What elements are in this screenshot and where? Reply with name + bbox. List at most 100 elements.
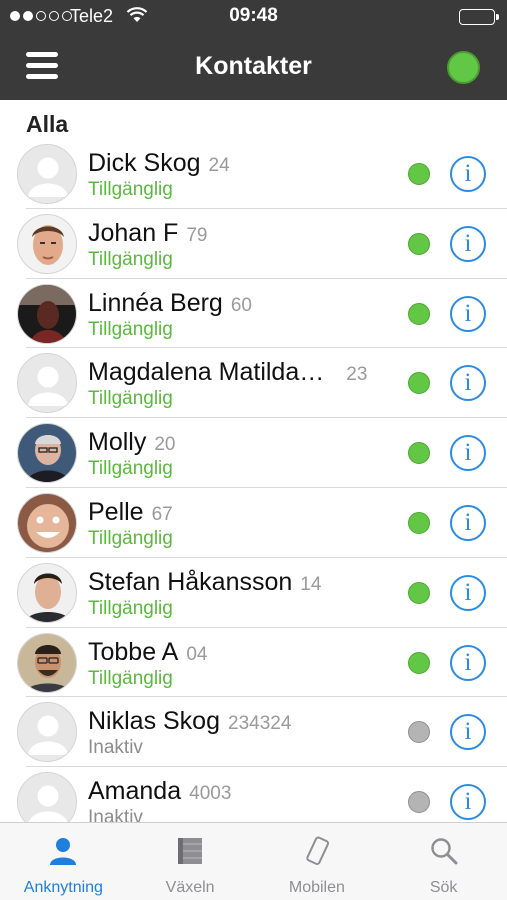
- contact-list: Dick Skog 24 Tillgänglig i Johan F 79 Tillgäng…: [0, 139, 507, 822]
- tab-label: Växeln: [165, 879, 215, 896]
- contact-name-line: Dick Skog 24: [88, 149, 230, 178]
- contact-status: Inaktiv: [88, 737, 143, 759]
- contact-name: Molly: [88, 428, 147, 457]
- presence-indicator-icon: [408, 302, 430, 325]
- info-icon[interactable]: i: [450, 435, 486, 472]
- contact-photo: [17, 562, 77, 623]
- search-icon: [428, 835, 460, 872]
- contact-extension: 04: [186, 643, 208, 665]
- contact-status: Tillgänglig: [88, 458, 173, 480]
- info-icon[interactable]: i: [450, 644, 486, 681]
- contact-photo: [17, 283, 77, 344]
- person-icon: [47, 835, 79, 872]
- contact-row[interactable]: Stefan Håkansson 14 Tillgänglig i: [0, 558, 507, 628]
- tab-label: Anknytning: [23, 879, 103, 896]
- info-icon[interactable]: i: [450, 784, 486, 821]
- tab-sok[interactable]: Sök: [380, 823, 507, 900]
- contact-extension: 234324: [228, 713, 292, 735]
- contact-extension: 24: [208, 155, 230, 176]
- contact-name: Magdalena Matilda…: [88, 358, 325, 387]
- contact-photo: [17, 492, 77, 553]
- contact-name: Linnéa Berg: [88, 288, 223, 317]
- tab-label: Sök: [429, 879, 458, 896]
- contact-status: Tillgänglig: [88, 179, 173, 200]
- contact-status: Tillgänglig: [88, 388, 173, 410]
- contact-extension: 14: [300, 573, 322, 595]
- info-icon[interactable]: i: [450, 225, 486, 262]
- contact-name: Stefan Håkansson: [88, 567, 293, 596]
- contact-photo: [17, 423, 77, 484]
- contact-status: Tillgänglig: [88, 318, 173, 340]
- presence-indicator-icon: [408, 651, 430, 674]
- presence-indicator-icon: [408, 791, 430, 814]
- info-icon[interactable]: i: [450, 714, 486, 751]
- section-header: Alla: [26, 111, 69, 137]
- contact-status: Inaktiv: [88, 807, 143, 822]
- info-icon[interactable]: i: [450, 574, 486, 611]
- contact-row[interactable]: Pelle 67 Tillgänglig i: [0, 488, 507, 558]
- presence-indicator-icon: [408, 232, 430, 255]
- contact-name: Amanda: [88, 777, 182, 806]
- contact-name-line: Amanda 4003: [88, 777, 231, 806]
- contact-photo: [17, 632, 77, 693]
- presence-status-button[interactable]: [447, 51, 480, 84]
- contact-status: Tillgänglig: [88, 667, 173, 689]
- contact-name-line: Stefan Håkansson 14: [88, 568, 321, 597]
- top-header: Tele2 09:48 Kontakter: [0, 0, 507, 100]
- avatar-placeholder-icon: [17, 144, 77, 204]
- contact-row[interactable]: Johan F 79 Tillgänglig i: [0, 209, 507, 279]
- tab-label: Mobilen: [288, 879, 345, 896]
- contact-row[interactable]: Linnéa Berg 60 Tillgänglig i: [0, 279, 507, 349]
- info-icon[interactable]: i: [450, 295, 486, 332]
- contact-status: Tillgänglig: [88, 597, 173, 619]
- contact-name-line: Niklas Skog 234324: [88, 707, 291, 736]
- contact-name-line: Magdalena Matilda… 23: [88, 358, 367, 387]
- contact-extension: 23: [346, 364, 368, 386]
- presence-indicator-icon: [408, 442, 430, 465]
- contact-name-line: Pelle 67: [88, 498, 173, 527]
- contact-extension: 4003: [189, 783, 232, 805]
- contact-extension: 60: [230, 294, 252, 316]
- contact-name: Niklas Skog: [88, 707, 220, 736]
- tab-anknytning[interactable]: Anknytning: [0, 823, 127, 900]
- presence-indicator-icon: [408, 372, 430, 395]
- info-icon[interactable]: i: [450, 156, 486, 192]
- presence-indicator-icon: [408, 163, 430, 185]
- tab-vaxeln[interactable]: Växeln: [127, 823, 254, 900]
- contact-name-line: Molly 20: [88, 428, 175, 457]
- contact-name: Pelle: [88, 497, 144, 526]
- presence-indicator-icon: [408, 721, 430, 744]
- contact-row[interactable]: Dick Skog 24 Tillgänglig i: [0, 139, 507, 209]
- contact-name: Johan F: [88, 218, 179, 247]
- contact-row[interactable]: Tobbe A 04 Tillgänglig i: [0, 628, 507, 698]
- tab-mobilen[interactable]: Mobilen: [254, 823, 381, 900]
- contact-name-line: Linnéa Berg 60: [88, 289, 252, 318]
- contact-row[interactable]: Molly 20 Tillgänglig i: [0, 418, 507, 488]
- contact-photo: [17, 213, 77, 274]
- info-icon[interactable]: i: [450, 504, 486, 541]
- contact-row[interactable]: Niklas Skog 234324 Inaktiv i: [0, 697, 507, 768]
- contact-status: Tillgänglig: [88, 527, 173, 549]
- contact-extension: 20: [154, 434, 176, 456]
- presence-indicator-icon: [408, 511, 430, 534]
- contact-row[interactable]: Amanda 4003 Inaktiv i: [0, 767, 507, 822]
- contact-extension: 79: [186, 224, 208, 246]
- status-bar: Tele2 09:48: [0, 0, 507, 34]
- page-title: Kontakter: [195, 52, 312, 80]
- avatar-placeholder-icon: [17, 702, 77, 763]
- avatar-placeholder-icon: [17, 772, 77, 822]
- info-icon[interactable]: i: [450, 365, 486, 402]
- tab-bar: Anknytning Växeln Mobilen Sök: [0, 822, 507, 900]
- avatar-placeholder-icon: [17, 353, 77, 414]
- mobile-phone-icon: [301, 835, 333, 872]
- battery-icon: [459, 9, 499, 25]
- contact-row[interactable]: Magdalena Matilda… 23 Tillgänglig i: [0, 348, 507, 419]
- contact-name-line: Tobbe A 04: [88, 638, 208, 667]
- contact-extension: 67: [151, 503, 173, 525]
- contact-status: Tillgänglig: [88, 248, 173, 270]
- presence-indicator-icon: [408, 581, 430, 604]
- contact-name: Tobbe A: [88, 637, 179, 666]
- status-time: 09:48: [229, 5, 278, 26]
- contact-name-line: Johan F 79: [88, 219, 207, 248]
- switchboard-icon: [174, 835, 206, 872]
